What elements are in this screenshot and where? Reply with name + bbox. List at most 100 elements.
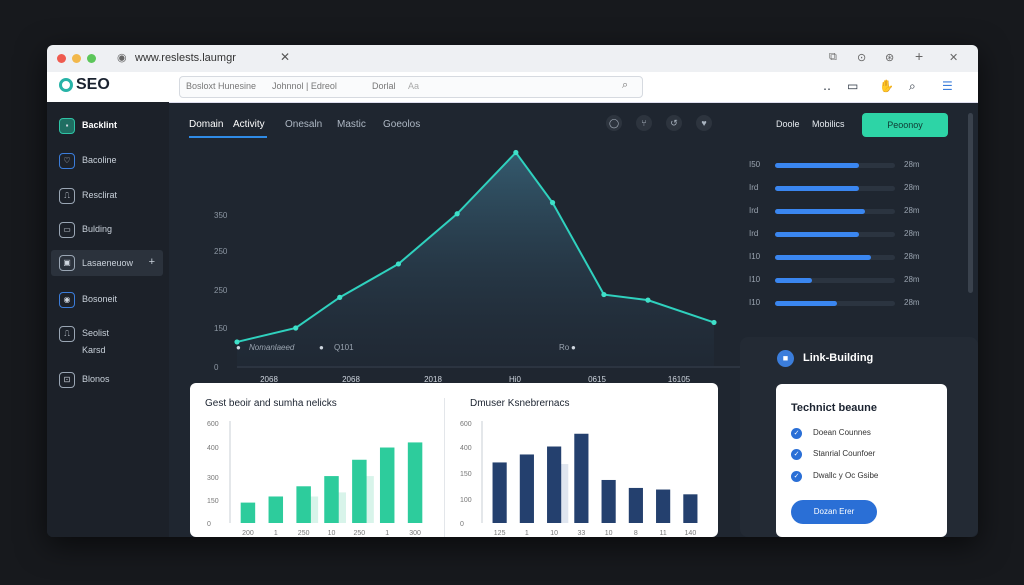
check-item[interactable]: ✓ Stanrial Counfoer	[791, 448, 891, 462]
document-icon: ⎍	[59, 188, 75, 204]
hbar-row: Ird 28m	[742, 206, 962, 218]
data-point	[395, 261, 402, 267]
hbar-label: Ird	[749, 183, 759, 192]
search-icon[interactable]: ⌕	[622, 79, 628, 92]
hbar-row: Ird 28m	[742, 183, 962, 195]
tab-onesaln[interactable]: Onesaln	[285, 119, 322, 130]
y-tick-label: 250	[214, 286, 228, 295]
zoom-icon[interactable]: ⌕	[909, 79, 916, 94]
folder-icon: ▭	[59, 222, 75, 238]
sidebar-item-resclirat[interactable]: ⎍ Resclirat	[59, 186, 163, 208]
hbar-row: I10 28m	[742, 275, 962, 287]
x-tick-label: 250	[354, 530, 366, 537]
search-text-tail: Aa	[408, 81, 420, 91]
tab-title[interactable]: www.reslests.laumgr	[135, 52, 236, 64]
x-tick-label: 250	[298, 530, 310, 537]
check-item[interactable]: ✓ Dwallc y Oc Gsibe	[791, 470, 891, 484]
history-icon[interactable]: ↺	[666, 115, 682, 131]
data-point	[645, 297, 651, 303]
new-tab-icon[interactable]: +	[915, 48, 923, 64]
hbar-value: 28m	[904, 298, 920, 307]
app-logo[interactable]: SEO	[59, 76, 110, 94]
search-text-left: Bosloxt Hunesine	[186, 81, 257, 91]
tab-activity[interactable]: Activity	[233, 119, 265, 130]
link-building-title: Link-Building	[803, 352, 874, 364]
y-tick-label: 600	[460, 421, 472, 428]
data-point	[454, 211, 460, 217]
sidebar-item-blonos[interactable]: ⊡ Blonos	[59, 370, 163, 392]
bar	[352, 459, 367, 523]
y-tick-label: 350	[214, 211, 228, 220]
refresh-icon[interactable]: ◯	[606, 115, 622, 131]
tab-domain[interactable]: Domain	[189, 119, 223, 130]
favorite-icon[interactable]: ♥	[696, 115, 712, 131]
hbar-track	[775, 163, 895, 168]
backlink-icon: ▪	[59, 118, 75, 134]
close-dot[interactable]	[57, 54, 66, 63]
hand-icon[interactable]: ✋	[879, 79, 894, 93]
check-item[interactable]: ✓ Doean Counnes	[791, 427, 891, 441]
x-tick-label: 1	[525, 530, 529, 537]
x-tick-label: 10	[328, 530, 336, 537]
tab-control-icon-1[interactable]: ⧉	[829, 51, 837, 64]
bar	[683, 494, 698, 523]
tab-goeolos[interactable]: Goeolos	[383, 119, 420, 130]
y-tick-label: 0	[460, 521, 464, 528]
x-tick-label: 1	[274, 530, 278, 537]
legend-label-3: Ro	[559, 343, 570, 352]
link-building-button[interactable]: Dozan Erer	[791, 500, 877, 524]
maximize-dot[interactable]	[87, 54, 96, 63]
active-tab-indicator	[189, 136, 267, 138]
y-tick-label: 600	[207, 421, 219, 428]
sidebar: ▪ Backlint ♡ Bacoline ⎍ Resclirat ▭ Buld…	[47, 102, 169, 537]
check-label: Doean Counnes	[813, 428, 871, 437]
technical-card: Technict beaune ✓ Doean Counnes ✓ Stanri…	[776, 384, 947, 537]
check-label: Dwallc y Oc Gsibe	[813, 471, 879, 480]
y-tick-label: 400	[460, 445, 472, 452]
sidebar-item-label: Resclirat	[82, 190, 118, 200]
primary-action-button[interactable]: Peoonoy	[862, 113, 948, 137]
nav-label-doole[interactable]: Doole	[776, 119, 800, 129]
bar	[240, 502, 256, 523]
scrollbar[interactable]	[968, 113, 973, 293]
y-tick-label: 250	[214, 247, 228, 256]
message-icon[interactable]: ▭	[847, 79, 858, 93]
minimize-dot[interactable]	[72, 54, 81, 63]
hbar-track	[775, 186, 895, 191]
share-icon[interactable]: ⑂	[636, 115, 652, 131]
sidebar-item-bosoneit[interactable]: ◉ Bosoneit	[59, 290, 163, 312]
tab-control-icon-3[interactable]: ⊛	[885, 51, 894, 64]
bar	[296, 486, 311, 523]
window-close-icon[interactable]: ✕	[949, 51, 958, 64]
browser-tabbar: ◉ www.reslests.laumgr ✕ ⧉ ⊙ ⊛ + ✕	[47, 45, 978, 72]
sidebar-item-seolist[interactable]: ⎍ Seolist Karsd	[59, 324, 163, 360]
legend-dot-2: ●	[319, 343, 324, 352]
x-tick-label: 10	[605, 530, 613, 537]
tab-control-icon-2[interactable]: ⊙	[857, 51, 866, 64]
hbar-track	[775, 278, 895, 283]
bar	[519, 454, 534, 523]
sidebar-item-lasaeneuow[interactable]: ▣ Lasaeneuow +	[51, 250, 163, 276]
more-icon[interactable]: ‥	[823, 79, 831, 93]
bar	[407, 442, 423, 523]
y-tick-label: 0	[207, 521, 211, 528]
tab-mastic[interactable]: Mastic	[337, 119, 366, 130]
hbar-track	[775, 301, 895, 306]
x-tick-label: 300	[409, 530, 421, 537]
sidebar-item-bacoline[interactable]: ♡ Bacoline	[59, 151, 163, 173]
data-point	[601, 291, 607, 298]
menu-icon[interactable]: ☰	[942, 79, 953, 93]
y-tick-label: 150	[207, 498, 219, 505]
plus-icon[interactable]: +	[149, 256, 155, 268]
check-label: Stanrial Counfoer	[813, 449, 876, 458]
hbar-value: 28m	[904, 252, 920, 261]
search-text-right: Dorlal	[372, 81, 396, 91]
hbar-value: 28m	[904, 183, 920, 192]
y-tick-label: 300	[207, 475, 219, 482]
sidebar-item-label: Bacoline	[82, 155, 117, 165]
tab-close-icon[interactable]: ✕	[280, 50, 290, 64]
nav-label-mobilics[interactable]: Mobilics	[812, 119, 845, 129]
sidebar-item-bulding[interactable]: ▭ Bulding	[59, 220, 163, 242]
sidebar-item-backlint[interactable]: ▪ Backlint	[59, 116, 163, 138]
search-input[interactable]: Bosloxt Hunesine Johnnol | Edreol Dorlal…	[179, 76, 643, 98]
